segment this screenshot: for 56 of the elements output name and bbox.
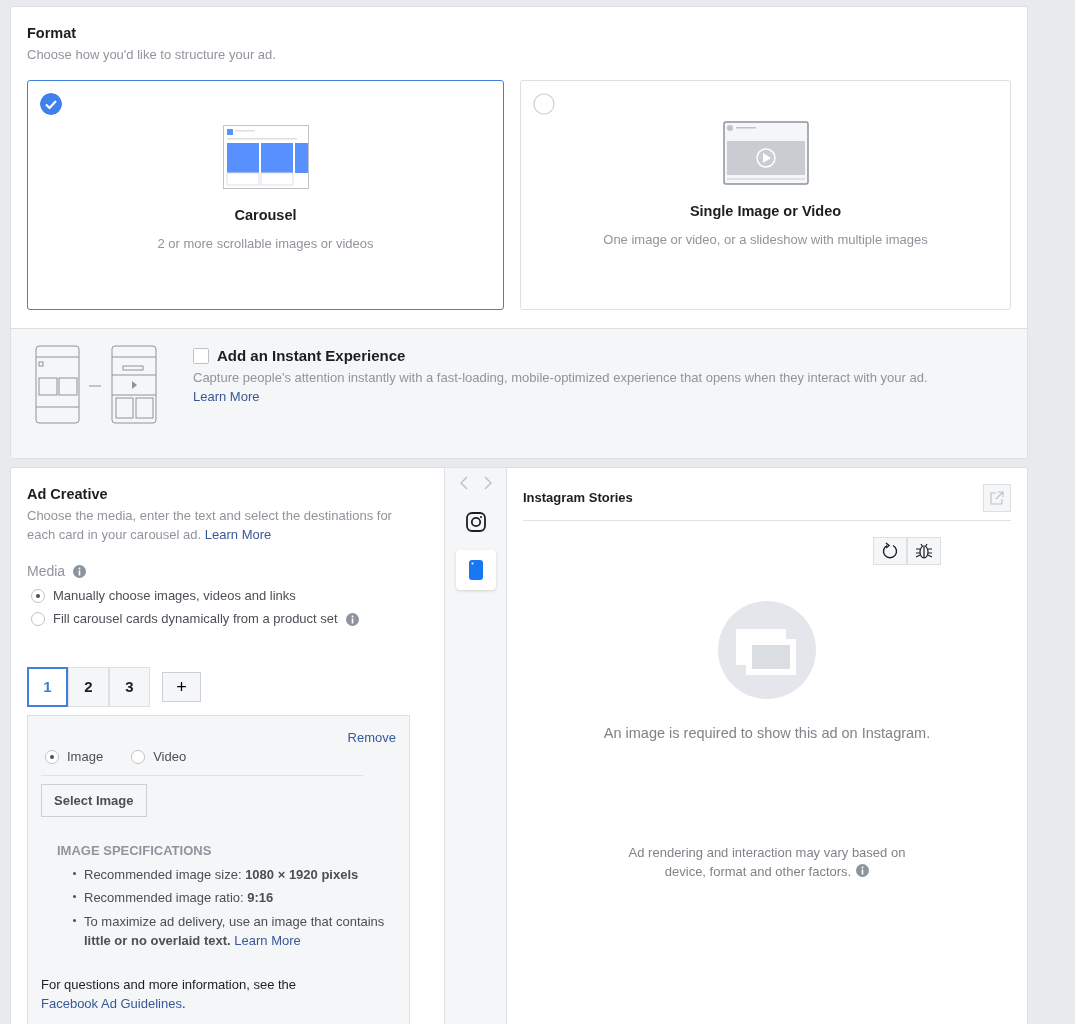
select-image-button[interactable]: Select Image xyxy=(41,783,147,818)
card-tab[interactable]: 1 xyxy=(27,666,68,707)
phone-icon xyxy=(468,560,483,580)
radio-button[interactable] xyxy=(31,612,45,626)
section-title: Ad Creative xyxy=(27,485,109,504)
card-tab[interactable]: 2 xyxy=(68,666,109,707)
external-link-icon xyxy=(990,491,1004,505)
option-label: Manually choose images, videos and links xyxy=(53,586,296,605)
empty-media-icon xyxy=(718,601,816,699)
format-option-card[interactable]: Carousel 2 or more scrollable images or videos xyxy=(27,80,504,311)
option-description: Capture people's attention instantly with a fast-loading, mobile-optimized experience that opens when they interact with your ad. xyxy=(193,368,929,387)
empty-state-message: An image is required to show this ad on Instagram. xyxy=(602,724,932,743)
option-title: Add an Instant Experience xyxy=(217,346,406,366)
learn-more-link[interactable]: Learn More xyxy=(234,933,301,949)
option-label: Video xyxy=(153,748,187,767)
spec-text: Recommended image size: 1080 × 1920 pixels xyxy=(84,865,359,884)
option-description: One image or video, or a slideshow with multiple images xyxy=(603,231,928,250)
preview-note: Ad rendering and interaction may vary based on device, format and other factors. xyxy=(627,843,907,882)
info-icon xyxy=(73,564,87,578)
remove-link[interactable]: Remove xyxy=(347,727,396,748)
section-title: Format xyxy=(27,24,78,43)
radio-button[interactable] xyxy=(31,588,45,603)
card-tab[interactable]: 3 xyxy=(109,666,150,707)
check-icon xyxy=(40,93,62,116)
option-label: Image xyxy=(67,748,104,767)
info-icon xyxy=(856,864,870,878)
section-subtitle: Choose how you'd like to structure your ad. xyxy=(27,45,277,64)
preview-title: Instagram Stories xyxy=(523,489,633,508)
add-card-button[interactable]: + xyxy=(162,671,201,702)
learn-more-link[interactable]: Learn More xyxy=(204,527,272,543)
bug-report-button[interactable] xyxy=(907,537,941,565)
option-title: Single Image or Video xyxy=(689,201,842,221)
radio-button[interactable] xyxy=(45,750,59,764)
info-icon xyxy=(345,612,359,626)
footer-text: For questions and more information, see the Facebook Ad Guidelines. xyxy=(41,975,298,1014)
option-description: 2 or more scrollable images or videos xyxy=(157,235,374,254)
instagram-icon xyxy=(465,512,486,532)
field-label: Media xyxy=(27,561,66,581)
specs-heading: IMAGE SPECIFICATIONS xyxy=(57,842,213,861)
bullet-dot xyxy=(73,895,76,899)
format-option-card[interactable]: Single Image or Video One image or video, or a slideshow with multiple images xyxy=(520,80,1011,311)
bullet-dot xyxy=(73,918,76,922)
learn-more-link[interactable]: Learn More xyxy=(193,389,260,404)
bug-icon xyxy=(915,542,933,560)
option-label: Fill carousel cards dynamically from a product set xyxy=(53,610,338,629)
refresh-button[interactable] xyxy=(873,537,907,565)
radio-button[interactable] xyxy=(131,750,146,764)
spec-text: To maximize ad delivery, use an image that contains little or no overlaid text. Learn More xyxy=(84,912,386,951)
option-title: Carousel xyxy=(234,205,297,225)
bullet-dot xyxy=(73,871,76,875)
refresh-icon xyxy=(881,542,899,560)
spec-text: Recommended image ratio: 9:16 xyxy=(84,889,274,908)
guidelines-link[interactable]: Facebook Ad Guidelines xyxy=(41,996,182,1012)
section-description: Choose the media, enter the text and select the destinations for each card in your carousel ad. Learn More xyxy=(27,506,393,545)
checkbox[interactable] xyxy=(193,348,209,365)
radio-circle-icon xyxy=(533,93,555,116)
